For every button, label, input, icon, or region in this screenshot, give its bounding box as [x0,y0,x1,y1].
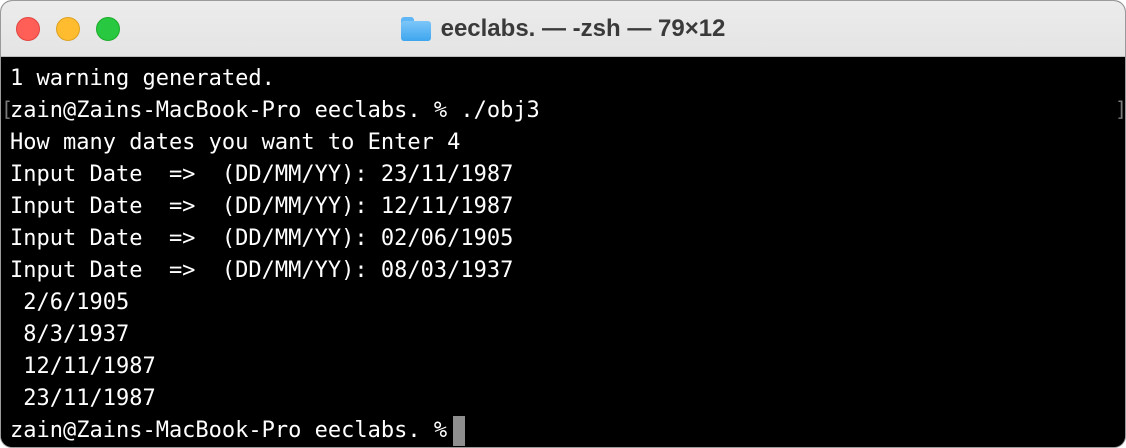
terminal-line: Input Date => (DD/MM/YY): 23/11/1987 [10,162,514,187]
prompt-line[interactable]: zain@Zains-MacBook-Pro eeclabs. % [10,415,1125,447]
terminal-line: Input Date => (DD/MM/YY): 02/06/1905 [10,226,514,251]
terminal-output[interactable]: 1 warning generated. zain@Zains-MacBook-… [1,57,1125,447]
terminal-line: 23/11/1987 [10,386,156,411]
window-title-text: eeclabs. — -zsh — 79×12 [440,15,726,42]
terminal-line: zain@Zains-MacBook-Pro eeclabs. % ./obj3 [10,98,540,123]
window-title: eeclabs. — -zsh — 79×12 [1,1,1125,57]
terminal-line: 2/6/1905 [10,290,130,315]
terminal-line: 1 warning generated. [10,66,275,91]
text-cursor [453,416,466,446]
folder-icon [400,17,431,41]
terminal-line: Input Date => (DD/MM/YY): 12/11/1987 [10,194,514,219]
terminal-line: How many dates you want to Enter 4 [10,130,461,155]
terminal-line: 8/3/1937 [10,322,130,347]
terminal-line: Input Date => (DD/MM/YY): 08/03/1937 [10,258,514,283]
title-bar[interactable]: eeclabs. — -zsh — 79×12 [1,1,1125,57]
terminal-line: 12/11/1987 [10,354,156,379]
mark-bracket-left: [ [1,97,14,121]
mark-bracket-right: ] [1115,97,1126,121]
shell-prompt: zain@Zains-MacBook-Pro eeclabs. % [10,418,448,443]
terminal-window: eeclabs. — -zsh — 79×12 1 warning genera… [0,0,1126,448]
